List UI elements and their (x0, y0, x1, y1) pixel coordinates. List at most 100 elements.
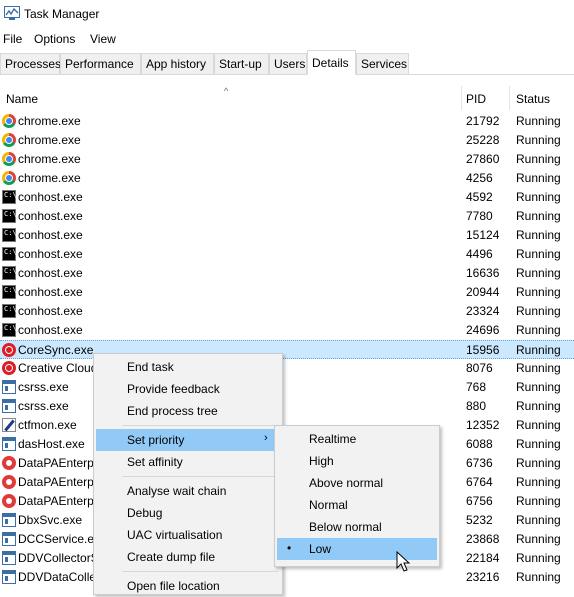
menu-item-uac-virtualisation[interactable]: UAC virtualisation (94, 524, 280, 546)
process-name: chrome.exe (18, 152, 81, 166)
column-divider[interactable] (509, 86, 510, 110)
process-name: DDVDataColle (18, 570, 97, 584)
process-pid: 7780 (466, 209, 493, 223)
creative-cloud-icon (2, 343, 16, 357)
sort-arrow-icon: ^ (224, 86, 229, 96)
window-icon (2, 532, 16, 546)
tab-start-up[interactable]: Start-up (214, 53, 269, 74)
process-pid: 6088 (466, 437, 493, 451)
process-row[interactable]: conhost.exe 4592 Running (0, 188, 574, 207)
menu-file[interactable]: File (3, 32, 22, 46)
priority-realtime[interactable]: Realtime (275, 428, 437, 450)
console-icon (2, 304, 17, 318)
process-status: Running (516, 380, 561, 394)
process-name: csrss.exe (18, 399, 69, 413)
process-pid: 768 (466, 380, 487, 394)
menu-item-end-process-tree[interactable]: End process tree (94, 400, 280, 422)
tab-details[interactable]: Details (307, 50, 356, 75)
tab-users[interactable]: Users (269, 53, 307, 74)
process-pid: 23868 (466, 532, 500, 546)
process-status: Running (516, 361, 561, 375)
process-row[interactable]: chrome.exe 21792 Running (0, 112, 574, 131)
menu-item-provide-feedback[interactable]: Provide feedback (94, 378, 280, 400)
task-manager-icon (4, 6, 20, 20)
process-row[interactable]: conhost.exe 15124 Running (0, 226, 574, 245)
column-header-pid[interactable]: PID (466, 92, 486, 106)
process-name: conhost.exe (18, 304, 83, 318)
menu-item-set-affinity[interactable]: Set affinity (94, 451, 280, 473)
window-icon (2, 380, 16, 394)
priority-high[interactable]: High (275, 450, 437, 472)
process-row[interactable]: conhost.exe 23324 Running (0, 302, 574, 321)
process-status: Running (516, 456, 561, 470)
process-status: Running (516, 343, 561, 357)
console-icon (2, 228, 17, 242)
chrome-icon (2, 133, 16, 147)
process-row[interactable]: Creative Cloud 8076 Running (0, 359, 574, 378)
menu-item-debug[interactable]: Debug (94, 502, 280, 524)
process-row[interactable]: conhost.exe 4496 Running (0, 245, 574, 264)
process-name: DataPAEnterp (18, 475, 94, 489)
menu-item-set-priority[interactable]: Set priority › (96, 429, 278, 451)
menu-item-analyse-wait-chain[interactable]: Analyse wait chain (94, 480, 280, 502)
process-row[interactable]: chrome.exe 25228 Running (0, 131, 574, 150)
process-pid: 20944 (466, 285, 500, 299)
process-row[interactable]: conhost.exe 7780 Running (0, 207, 574, 226)
console-icon (2, 323, 17, 337)
column-divider[interactable] (461, 86, 462, 110)
process-status: Running (516, 190, 561, 204)
process-row[interactable]: csrss.exe 880 Running (0, 397, 574, 416)
menu-item-open-file-location[interactable]: Open file location (94, 575, 280, 597)
menu-options[interactable]: Options (34, 32, 75, 46)
process-pid: 4496 (466, 247, 493, 261)
process-row[interactable]: csrss.exe 768 Running (0, 378, 574, 397)
process-pid: 16636 (466, 266, 500, 280)
process-name: chrome.exe (18, 133, 81, 147)
priority-normal[interactable]: Normal (275, 494, 437, 516)
tab-processes[interactable]: Processes (0, 53, 61, 74)
menu-item-create-dump-file[interactable]: Create dump file (94, 546, 280, 568)
process-row[interactable]: chrome.exe 4256 Running (0, 169, 574, 188)
column-header-status[interactable]: Status (516, 92, 550, 106)
priority-above-normal[interactable]: Above normal (275, 472, 437, 494)
process-status: Running (516, 399, 561, 413)
column-header-name[interactable]: Name (6, 92, 38, 106)
process-pid: 4256 (466, 171, 493, 185)
gear-icon (2, 456, 16, 470)
column-header-row: ^ Name PID Status (0, 86, 574, 110)
menu-separator (122, 425, 278, 426)
priority-low[interactable]: • Low (277, 538, 437, 560)
tab-performance[interactable]: Performance (60, 53, 141, 74)
process-row[interactable]: conhost.exe 24696 Running (0, 321, 574, 340)
title-bar: Task Manager (0, 0, 574, 28)
priority-below-normal[interactable]: Below normal (275, 516, 437, 538)
process-pid: 27860 (466, 152, 500, 166)
process-status: Running (516, 570, 561, 584)
pen-icon (2, 418, 16, 432)
process-name: ctfmon.exe (18, 418, 77, 432)
process-row[interactable]: conhost.exe 20944 Running (0, 283, 574, 302)
process-row[interactable]: chrome.exe 27860 Running (0, 150, 574, 169)
process-row[interactable]: conhost.exe 16636 Running (0, 264, 574, 283)
priority-low-label: Low (309, 542, 332, 556)
process-name: DbxSvc.exe (18, 513, 83, 527)
gear-icon (2, 475, 16, 489)
process-name: conhost.exe (18, 285, 83, 299)
tab-app-history[interactable]: App history (141, 53, 214, 74)
process-pid: 25228 (466, 133, 500, 147)
creative-cloud-icon (2, 361, 16, 375)
gear-icon (2, 494, 16, 508)
menu-view[interactable]: View (90, 32, 116, 46)
process-pid: 23216 (466, 570, 500, 584)
process-row[interactable]: CoreSync.exe 15956 Running (0, 340, 574, 359)
tab-services[interactable]: Services (356, 53, 409, 74)
process-name: conhost.exe (18, 247, 83, 261)
process-name: DDVCollectorS (18, 551, 99, 565)
window-icon (2, 437, 16, 451)
mouse-cursor-icon (396, 551, 411, 572)
process-status: Running (516, 513, 561, 527)
menu-item-end-task[interactable]: End task (94, 356, 280, 378)
process-status: Running (516, 114, 561, 128)
process-row[interactable]: DDVDataColle 23216 Running (0, 568, 574, 587)
process-status: Running (516, 266, 561, 280)
